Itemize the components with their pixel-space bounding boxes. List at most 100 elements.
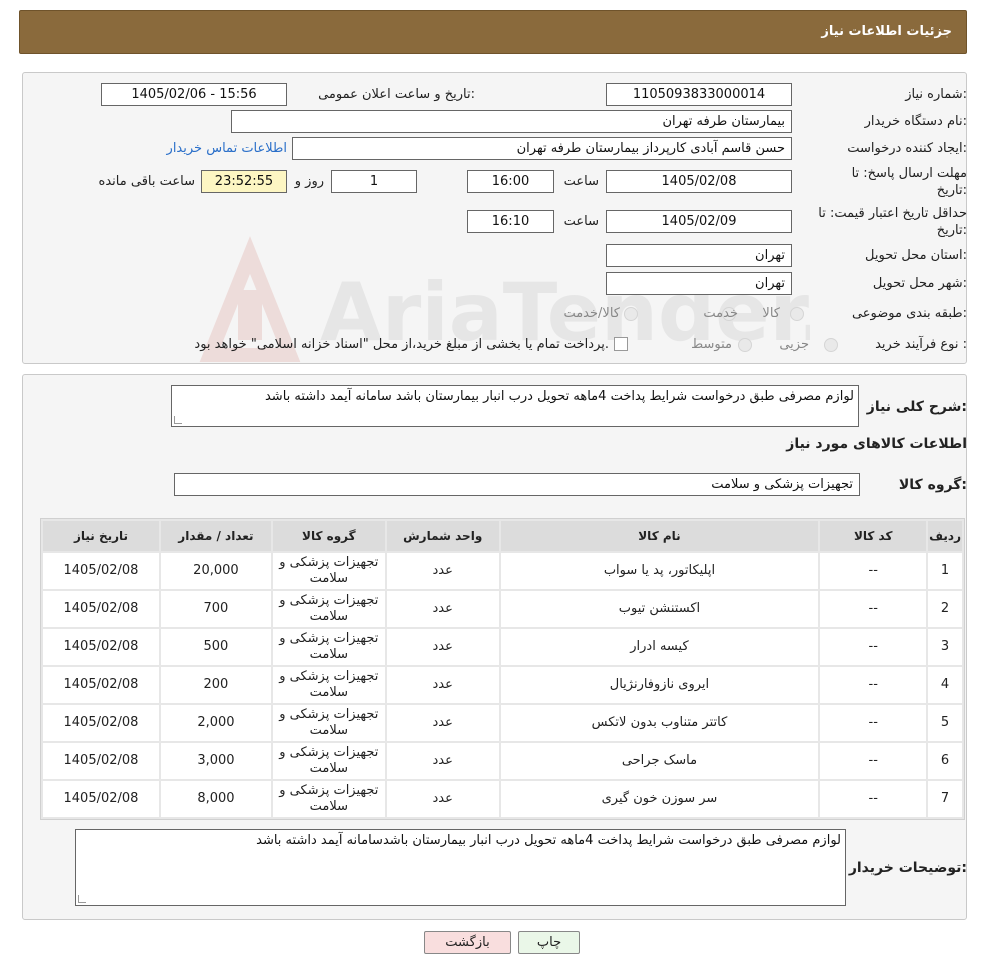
validity-time-field: 16:10 [467, 210, 554, 233]
creator-field: حسن قاسم آبادی کارپرداز بیمارستان طرفه ت… [292, 137, 792, 160]
resize-grip-icon[interactable] [174, 416, 182, 424]
col-header-need-date: تاریخ نیاز [43, 521, 159, 551]
cell-row-no: 5 [928, 705, 962, 741]
print-button[interactable]: چاپ [518, 931, 580, 954]
summary-label: شرح کلی نیاز: [866, 399, 967, 415]
cell-quantity: 3,000 [160, 743, 271, 779]
deadline-time-label: ساعت [563, 174, 599, 189]
cell-code: -- [820, 667, 927, 703]
category-goods-service-label: کالا/خدمت [563, 306, 620, 321]
cell-need-date: 1405/02/08 [43, 667, 159, 703]
cell-name: اپلیکاتور، پد یا سواب [500, 553, 819, 589]
summary-text: لوازم مصرفی طبق درخواست شرایط پداخت 4ماه… [264, 389, 854, 404]
buyer-notes-textarea[interactable]: لوازم مصرفی طبق درخواست شرایط پداخت 4ماه… [75, 829, 846, 906]
buyer-notes-text: لوازم مصرفی طبق درخواست شرایط پداخت 4ماه… [256, 833, 841, 848]
category-goods-radio[interactable] [790, 307, 804, 321]
cell-code: -- [820, 591, 927, 627]
category-goods-service-radio[interactable] [624, 307, 638, 321]
announce-datetime-field: 1405/02/06 - 15:56 [101, 83, 287, 106]
goods-info-title: اطلاعات کالاهای مورد نیاز [786, 436, 967, 452]
deadline-label-date: تاریخ: [936, 183, 967, 198]
buyer-notes-label: توضیحات خریدار: [848, 860, 967, 876]
cell-group: تجهیزات پزشکی و سلامت [272, 667, 385, 703]
cell-row-no: 4 [928, 667, 962, 703]
summary-textarea[interactable]: لوازم مصرفی طبق درخواست شرایط پداخت 4ماه… [171, 385, 859, 427]
process-medium-radio[interactable] [738, 338, 752, 352]
validity-label: حداقل تاریخ اعتبار قیمت: تا [818, 206, 967, 221]
cell-need-date: 1405/02/08 [43, 591, 159, 627]
table-row: 7 -- سر سوزن خون گیری عدد تجهیزات پزشکی و سل… [43, 781, 962, 817]
resize-grip-icon[interactable] [78, 895, 86, 903]
province-label: استان محل تحویل: [865, 248, 967, 263]
cell-name: اکستنشن تیوب [500, 591, 819, 627]
cell-name: کاتتر متناوب بدون لاتکس [500, 705, 819, 741]
table-row: 1 -- اپلیکاتور، پد یا سواب عدد تجهیزات پزشکی… [43, 553, 962, 589]
city-field: تهران [606, 272, 792, 295]
col-header-row-no: ردیف [928, 521, 962, 551]
announce-label: تاریخ و ساعت اعلان عمومی: [318, 87, 475, 102]
col-header-code: کد کالا [820, 521, 927, 551]
remaining-label: ساعت باقی مانده [98, 174, 195, 189]
category-label: طبقه بندی موضوعی: [851, 306, 967, 321]
col-header-group: گروه کالا [272, 521, 385, 551]
cell-need-date: 1405/02/08 [43, 743, 159, 779]
remaining-time-field: 23:52:55 [201, 170, 287, 193]
days-label: روز و [294, 174, 324, 189]
cell-need-date: 1405/02/08 [43, 705, 159, 741]
cell-name: ماسک جراحی [500, 743, 819, 779]
table-row: 6 -- ماسک جراحی عدد تجهیزات پزشکی و سلامت 3,0… [43, 743, 962, 779]
items-table: ردیف کد کالا نام کالا واحد شمارش گروه کا… [40, 518, 965, 820]
cell-name: کیسه ادرار [500, 629, 819, 665]
cell-unit: عدد [386, 781, 499, 817]
cell-row-no: 2 [928, 591, 962, 627]
cell-code: -- [820, 553, 927, 589]
page-header: جزئیات اطلاعات نیاز [19, 10, 967, 54]
table-row: 2 -- اکستنشن تیوب عدد تجهیزات پزشکی و سلامت 7… [43, 591, 962, 627]
col-header-unit: واحد شمارش [386, 521, 499, 551]
goods-group-label: گروه کالا: [898, 477, 967, 493]
cell-row-no: 6 [928, 743, 962, 779]
col-header-quantity: تعداد / مقدار [160, 521, 271, 551]
province-field: تهران [606, 244, 792, 267]
creator-label: ایجاد کننده درخواست: [847, 141, 967, 156]
cell-row-no: 7 [928, 781, 962, 817]
cell-name: سر سوزن خون گیری [500, 781, 819, 817]
page-title: جزئیات اطلاعات نیاز [821, 24, 952, 39]
buyer-org-field: بیمارستان طرفه تهران [231, 110, 792, 133]
back-button[interactable]: بازگشت [424, 931, 511, 954]
process-minor-label: جزیی [779, 337, 809, 352]
buyer-contact-link[interactable]: اطلاعات تماس خریدار [167, 141, 287, 156]
validity-label-date: تاریخ: [936, 223, 967, 238]
cell-row-no: 1 [928, 553, 962, 589]
cell-group: تجهیزات پزشکی و سلامت [272, 705, 385, 741]
cell-need-date: 1405/02/08 [43, 781, 159, 817]
need-number-field: 1105093833000014 [606, 83, 792, 106]
cell-quantity: 700 [160, 591, 271, 627]
cell-need-date: 1405/02/08 [43, 553, 159, 589]
treasury-checkbox[interactable] [614, 337, 628, 351]
cell-group: تجهیزات پزشکی و سلامت [272, 781, 385, 817]
validity-date-field: 1405/02/09 [606, 210, 792, 233]
buyer-org-label: نام دستگاه خریدار: [864, 114, 967, 129]
goods-group-field: تجهیزات پزشکی و سلامت [174, 473, 860, 496]
need-number-label: شماره نیاز: [905, 87, 967, 102]
col-header-name: نام کالا [500, 521, 819, 551]
cell-group: تجهیزات پزشکی و سلامت [272, 553, 385, 589]
city-label: شهر محل تحویل: [872, 276, 967, 291]
cell-group: تجهیزات پزشکی و سلامت [272, 629, 385, 665]
cell-unit: عدد [386, 743, 499, 779]
cell-unit: عدد [386, 629, 499, 665]
category-goods-label: کالا [762, 306, 780, 321]
cell-name: ایروی نازوفارنژیال [500, 667, 819, 703]
process-medium-label: متوسط [691, 337, 732, 352]
cell-code: -- [820, 629, 927, 665]
cell-unit: عدد [386, 553, 499, 589]
deadline-date-field: 1405/02/08 [606, 170, 792, 193]
deadline-time-field: 16:00 [467, 170, 554, 193]
process-minor-radio[interactable] [824, 338, 838, 352]
table-row: 4 -- ایروی نازوفارنژیال عدد تجهیزات پزشکی و … [43, 667, 962, 703]
cell-group: تجهیزات پزشکی و سلامت [272, 743, 385, 779]
cell-quantity: 8,000 [160, 781, 271, 817]
cell-unit: عدد [386, 591, 499, 627]
process-note: پرداخت تمام یا بخشی از مبلغ خرید،از محل … [194, 337, 609, 352]
